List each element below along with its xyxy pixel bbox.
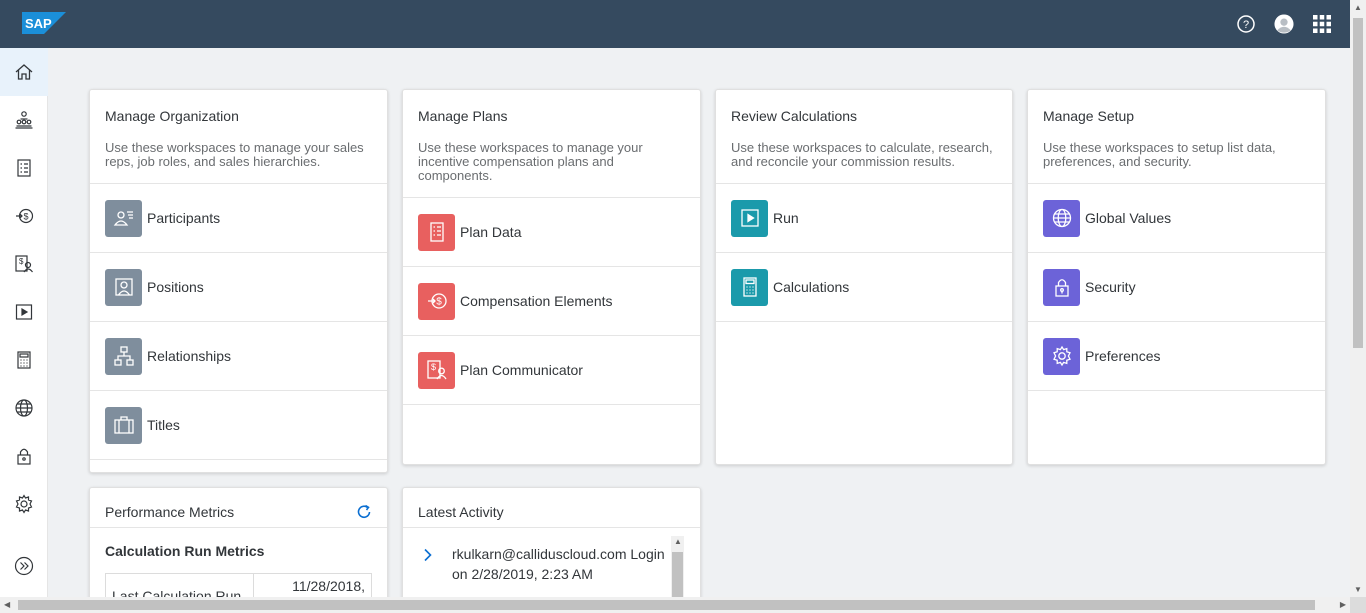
participants-icon bbox=[105, 199, 142, 237]
svg-text:?: ? bbox=[1243, 19, 1249, 31]
item-relationships[interactable]: Relationships bbox=[90, 322, 387, 391]
nav-preferences[interactable] bbox=[0, 480, 48, 528]
sap-logo[interactable]: SAP bbox=[22, 12, 66, 34]
svg-text:SAP: SAP bbox=[25, 16, 52, 31]
app-launcher-icon[interactable] bbox=[1312, 14, 1332, 34]
calculator-icon bbox=[731, 268, 768, 306]
card-title: Latest Activity bbox=[418, 504, 504, 520]
org-hierarchy-icon bbox=[15, 111, 33, 129]
item-label: Global Values bbox=[1085, 210, 1172, 226]
item-label: Compensation Elements bbox=[460, 293, 613, 309]
item-label: Plan Communicator bbox=[460, 362, 583, 378]
expand-icon bbox=[14, 556, 34, 576]
card-description: Use these workspaces to manage your ince… bbox=[418, 140, 643, 183]
shell-bar: SAP ? bbox=[0, 0, 1350, 48]
compensation-icon: $ bbox=[16, 208, 34, 224]
item-label: Plan Data bbox=[460, 224, 522, 240]
nav-run[interactable] bbox=[0, 288, 48, 336]
run-icon bbox=[731, 199, 768, 237]
vertical-scrollbar[interactable]: ▲ ▼ bbox=[1350, 0, 1366, 597]
nav-home[interactable] bbox=[0, 48, 48, 96]
lock-icon bbox=[1043, 268, 1080, 306]
compensation-elements-icon: $ bbox=[418, 282, 455, 320]
item-titles[interactable]: Titles bbox=[90, 391, 387, 460]
card-title: Manage Organization bbox=[105, 108, 239, 124]
item-label: Calculations bbox=[773, 279, 850, 295]
plan-data-icon bbox=[418, 213, 455, 251]
card-description: Use these workspaces to calculate, resea… bbox=[731, 140, 993, 169]
help-icon[interactable]: ? bbox=[1236, 14, 1256, 34]
card-title: Manage Plans bbox=[418, 108, 508, 124]
globe-icon bbox=[15, 399, 33, 417]
side-navigation: $ $ bbox=[0, 48, 48, 598]
card-description: Use these workspaces to manage your sale… bbox=[105, 140, 364, 169]
item-label: Preferences bbox=[1085, 348, 1161, 364]
item-label: Relationships bbox=[147, 348, 232, 364]
plan-communicator-icon: $ bbox=[418, 351, 455, 389]
scroll-thumb[interactable] bbox=[1353, 18, 1363, 348]
run-icon bbox=[15, 304, 33, 320]
card-description: Use these workspaces to setup list data,… bbox=[1043, 140, 1276, 169]
horizontal-scrollbar[interactable]: ◀ ▶ bbox=[0, 597, 1350, 613]
nav-security[interactable] bbox=[0, 432, 48, 480]
item-positions[interactable]: Positions bbox=[90, 253, 387, 322]
user-avatar-icon[interactable] bbox=[1274, 14, 1294, 34]
scroll-thumb[interactable] bbox=[18, 600, 1315, 610]
activity-text: rkulkarn@calliduscloud.com Login on 2/28… bbox=[452, 546, 665, 582]
card-title: Review Calculations bbox=[731, 108, 858, 124]
item-plan-data[interactable]: Plan Data bbox=[403, 198, 700, 267]
item-run[interactable]: Run bbox=[716, 184, 1012, 253]
item-plan-communicator[interactable]: $ Plan Communicator bbox=[403, 336, 700, 405]
item-preferences[interactable]: Preferences bbox=[1028, 322, 1325, 391]
settings-icon bbox=[1043, 337, 1080, 375]
chevron-right-icon[interactable] bbox=[418, 548, 438, 562]
item-label: Participants bbox=[147, 210, 221, 226]
svg-text:$: $ bbox=[23, 212, 28, 222]
item-label: Titles bbox=[147, 417, 180, 433]
card-latest-activity: Latest Activity rkulkarn@calliduscloud.c… bbox=[402, 487, 701, 607]
svg-text:$: $ bbox=[19, 257, 24, 266]
relationships-icon bbox=[105, 337, 142, 375]
item-label: Positions bbox=[147, 279, 204, 295]
refresh-icon[interactable] bbox=[356, 504, 372, 520]
card-manage-setup: Manage Setup Use these workspaces to set… bbox=[1027, 89, 1326, 465]
item-security[interactable]: Security bbox=[1028, 253, 1325, 322]
card-performance-metrics: Performance Metrics Calculation Run Metr… bbox=[89, 487, 388, 607]
home-icon bbox=[15, 64, 33, 80]
nav-plans[interactable] bbox=[0, 144, 48, 192]
positions-icon bbox=[105, 268, 142, 306]
nav-calculations[interactable] bbox=[0, 336, 48, 384]
metrics-subtitle: Calculation Run Metrics bbox=[105, 543, 265, 559]
item-label: Security bbox=[1085, 279, 1136, 295]
card-review-calculations: Review Calculations Use these workspaces… bbox=[715, 89, 1013, 465]
nav-organization[interactable] bbox=[0, 96, 48, 144]
item-label: Run bbox=[773, 210, 799, 226]
globe-icon bbox=[1043, 199, 1080, 237]
nav-plan-communicator[interactable]: $ bbox=[0, 240, 48, 288]
activity-scrollbar[interactable]: ▲ bbox=[671, 536, 684, 606]
plan-list-icon bbox=[17, 159, 31, 177]
settings-icon bbox=[15, 494, 33, 514]
card-title: Manage Setup bbox=[1043, 108, 1135, 124]
item-calculations[interactable]: Calculations bbox=[716, 253, 1012, 322]
item-participants[interactable]: Participants bbox=[90, 184, 387, 253]
svg-text:$: $ bbox=[436, 297, 442, 308]
activity-item[interactable]: rkulkarn@calliduscloud.com Login on 2/28… bbox=[403, 528, 700, 584]
item-global-values[interactable]: Global Values bbox=[1028, 184, 1325, 253]
svg-text:$: $ bbox=[431, 362, 436, 372]
nav-compensation[interactable]: $ bbox=[0, 192, 48, 240]
lock-icon bbox=[17, 448, 31, 465]
nav-global-values[interactable] bbox=[0, 384, 48, 432]
calculator-icon bbox=[17, 351, 31, 369]
nav-expand[interactable] bbox=[0, 542, 48, 590]
item-compensation-elements[interactable]: $ Compensation Elements bbox=[403, 267, 700, 336]
titles-icon bbox=[105, 406, 142, 444]
plan-communicator-icon: $ bbox=[15, 255, 33, 273]
card-title: Performance Metrics bbox=[105, 504, 235, 520]
scroll-corner bbox=[1350, 597, 1366, 613]
card-manage-organization: Manage Organization Use these workspaces… bbox=[89, 89, 388, 473]
card-manage-plans: Manage Plans Use these workspaces to man… bbox=[402, 89, 701, 465]
